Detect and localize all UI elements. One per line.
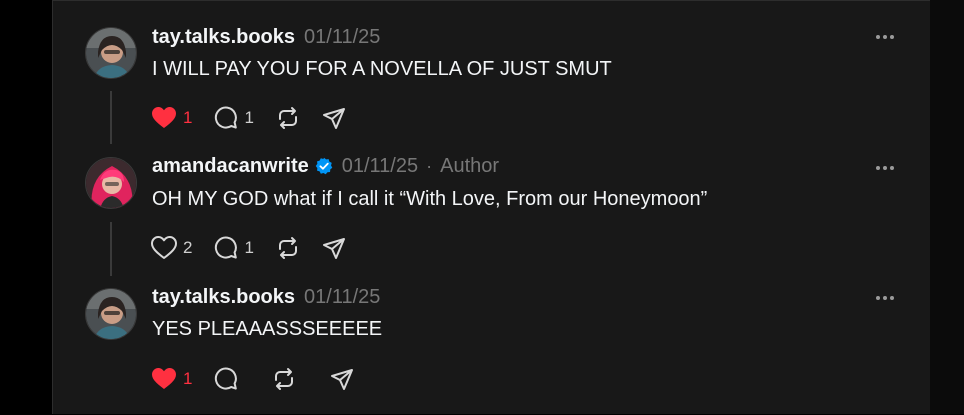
like-count: 1 (183, 369, 193, 388)
heart-icon (151, 236, 177, 259)
comment-actions: 1 1 (151, 103, 368, 133)
repost-button[interactable] (276, 106, 300, 130)
more-dots-icon (876, 296, 894, 300)
comment-text: YES PLEAAASSSEEEEE (152, 318, 383, 340)
send-icon (322, 108, 345, 129)
avatar-amanda[interactable] (85, 157, 137, 209)
like-button[interactable]: 1 (151, 367, 192, 391)
reply-button[interactable]: 1 (214, 236, 254, 260)
like-count: 2 (183, 238, 193, 257)
verified-badge-icon (315, 157, 333, 175)
comment-1: tay.talks.books 01/11/25 I WILL PAY YOU … (53, 1, 961, 144)
heart-icon (152, 107, 176, 128)
username[interactable]: amandacanwrite (152, 155, 309, 178)
comment-actions: 2 1 (151, 233, 368, 263)
comment-3: tay.talks.books 01/11/25 YES PLEAAASSSEE… (53, 261, 961, 415)
share-button[interactable] (322, 106, 346, 130)
comment-header: amandacanwrite 01/11/25 · Author (152, 154, 499, 178)
more-options-button[interactable] (873, 160, 897, 176)
comment-bubble-icon (215, 106, 238, 129)
more-options-button[interactable] (873, 290, 897, 306)
window-edge (930, 0, 964, 414)
avatar-tay[interactable] (85, 288, 137, 340)
like-count: 1 (183, 108, 193, 127)
comment-text: OH MY GOD what if I call it “With Love, … (152, 188, 708, 210)
author-tag: Author (440, 154, 500, 177)
repost-icon (278, 237, 297, 259)
like-button[interactable]: 1 (151, 106, 192, 130)
more-dots-icon (876, 35, 894, 39)
more-dots-icon (876, 166, 894, 170)
like-button[interactable]: 2 (151, 236, 192, 260)
screen-background: tay.talks.books 01/11/25 I WILL PAY YOU … (0, 0, 964, 414)
avatar-tay[interactable] (85, 27, 137, 79)
heart-icon (152, 368, 176, 389)
reply-count: 1 (244, 238, 254, 257)
comment-text: I WILL PAY YOU FOR A NOVELLA OF JUST SMU… (152, 58, 612, 80)
comments-panel: tay.talks.books 01/11/25 I WILL PAY YOU … (52, 0, 960, 414)
repost-icon (278, 107, 297, 129)
reply-button[interactable] (214, 367, 238, 391)
reply-count: 1 (244, 108, 254, 127)
timestamp[interactable]: 01/11/25 (304, 286, 380, 309)
comment-bubble-icon (215, 236, 238, 259)
timestamp[interactable]: 01/11/25 (304, 26, 380, 49)
more-options-button[interactable] (873, 29, 897, 45)
username[interactable]: tay.talks.books (152, 286, 295, 309)
repost-icon (275, 368, 294, 390)
send-icon (331, 369, 354, 390)
username[interactable]: tay.talks.books (152, 26, 295, 49)
share-button[interactable] (322, 236, 346, 260)
separator-dot: · (426, 155, 433, 176)
send-icon (322, 238, 345, 259)
comment-header: tay.talks.books 01/11/25 (152, 285, 380, 309)
comment-bubble-icon (215, 367, 238, 390)
repost-button[interactable] (276, 236, 300, 260)
comment-2: amandacanwrite 01/11/25 · Author OH MY G… (53, 131, 961, 276)
comment-actions: 1 (151, 364, 376, 394)
timestamp[interactable]: 01/11/25 (342, 155, 418, 178)
repost-button[interactable] (272, 367, 296, 391)
reply-button[interactable]: 1 (214, 106, 254, 130)
share-button[interactable] (330, 367, 354, 391)
comment-header: tay.talks.books 01/11/25 (152, 25, 380, 49)
